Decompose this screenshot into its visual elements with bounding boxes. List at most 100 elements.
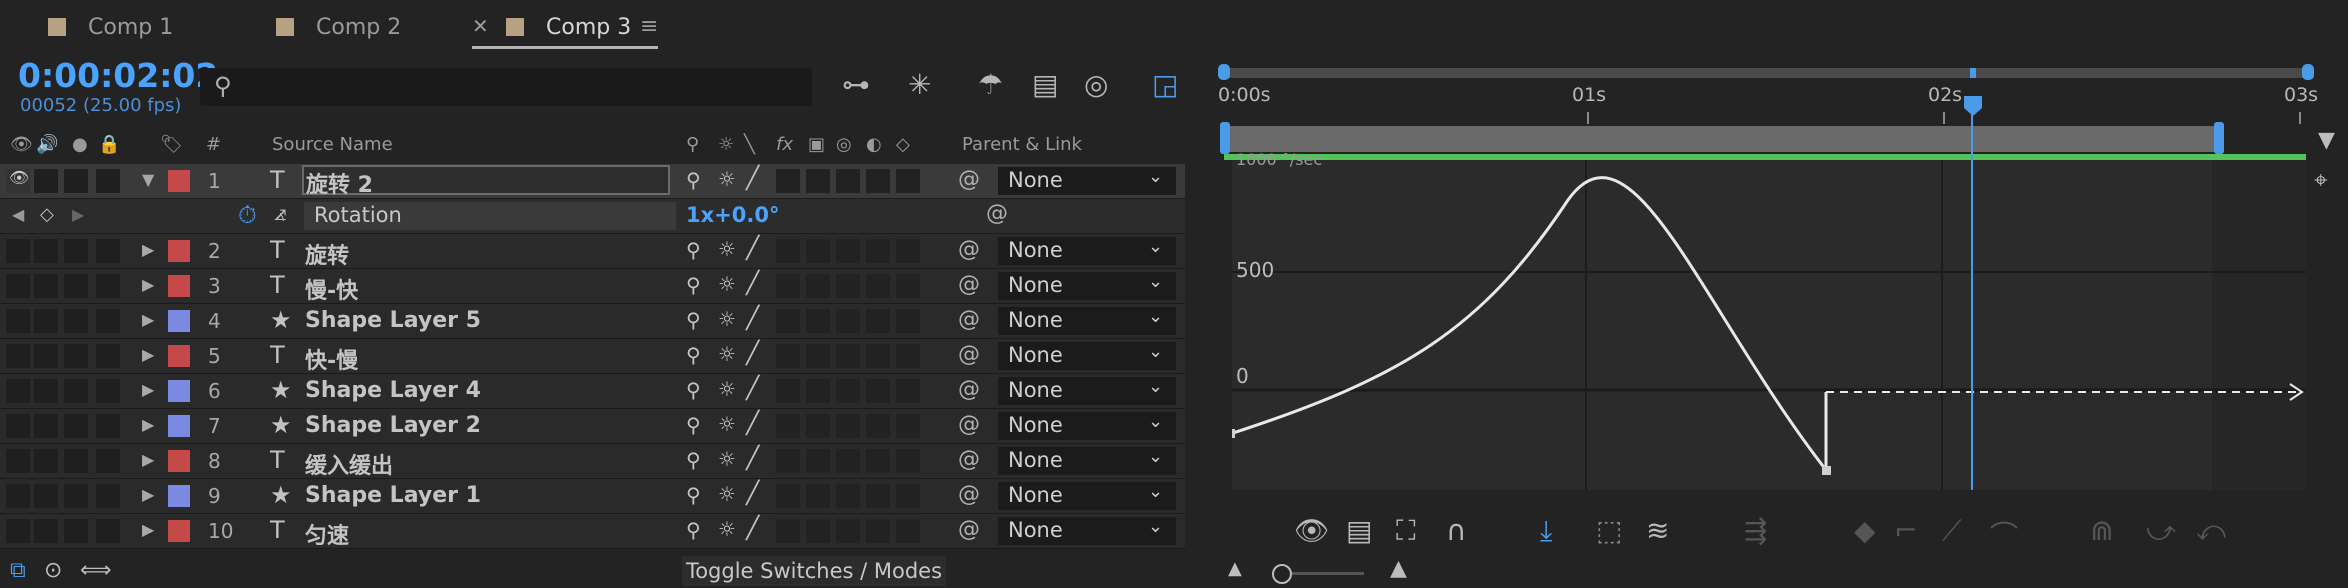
adjustment-switch[interactable] bbox=[866, 239, 890, 263]
video-toggle[interactable] bbox=[6, 519, 30, 543]
audio-toggle[interactable] bbox=[34, 449, 58, 473]
adjustment-switch[interactable] bbox=[866, 379, 890, 403]
label-color[interactable] bbox=[168, 415, 190, 437]
3d-switch[interactable] bbox=[896, 169, 920, 193]
tab-comp-3[interactable]: Comp 3 bbox=[506, 10, 631, 44]
quality-switch-icon[interactable]: ╱ bbox=[746, 516, 759, 541]
solo-toggle[interactable] bbox=[64, 449, 88, 473]
frame-blend-switch[interactable] bbox=[806, 449, 830, 473]
shy-switch-icon[interactable]: ⚲ bbox=[686, 273, 701, 297]
close-tab-icon[interactable]: ✕ bbox=[472, 14, 489, 38]
adjustment-switch[interactable] bbox=[866, 169, 890, 193]
video-eye-icon[interactable]: 👁 bbox=[10, 134, 33, 155]
3d-switch[interactable] bbox=[896, 449, 920, 473]
label-color[interactable] bbox=[168, 240, 190, 262]
layer-switches-icon[interactable]: ⧉ bbox=[10, 558, 26, 583]
effect-switch[interactable] bbox=[776, 344, 800, 368]
fit-selection-icon[interactable]: ⬚ bbox=[1596, 514, 1622, 547]
layer-name[interactable]: Shape Layer 4 bbox=[305, 378, 481, 403]
lock-toggle[interactable] bbox=[96, 414, 120, 438]
shy-switch-icon[interactable]: ⚲ bbox=[686, 518, 701, 542]
video-toggle[interactable] bbox=[6, 379, 30, 403]
stopwatch-icon[interactable]: ⏱ bbox=[238, 201, 257, 229]
effect-switch[interactable] bbox=[776, 484, 800, 508]
quality-switch-icon[interactable]: ╱ bbox=[746, 306, 759, 331]
layer-row[interactable]: ▶ 4 ★ Shape Layer 5 ⚲ ☼ ╱ @ None ⌄ bbox=[0, 304, 1185, 339]
tab-menu-icon[interactable]: ≡ bbox=[640, 14, 658, 39]
pick-whip-icon[interactable]: @ bbox=[958, 517, 980, 542]
collapse-switch-icon[interactable]: ☼ bbox=[718, 237, 736, 261]
expand-arrow-icon[interactable]: ▶ bbox=[142, 380, 154, 399]
collapse-switch-icon[interactable]: ☼ bbox=[718, 517, 736, 541]
effect-switch[interactable] bbox=[776, 169, 800, 193]
easy-ease-out-icon[interactable]: ⤺ bbox=[2196, 514, 2226, 548]
composition-flowchart-icon[interactable]: ⊶ bbox=[842, 68, 870, 101]
effect-switch[interactable] bbox=[776, 274, 800, 298]
expand-arrow-icon[interactable]: ▶ bbox=[142, 520, 154, 539]
motion-blur-switch[interactable] bbox=[836, 274, 860, 298]
quality-switch-icon[interactable]: ╱ bbox=[746, 446, 759, 471]
parent-dropdown[interactable]: None ⌄ bbox=[998, 236, 1176, 265]
expand-arrow-icon[interactable]: ▶ bbox=[142, 450, 154, 469]
layer-row[interactable]: ▶ 10 T 匀速 ⚲ ☼ ╱ @ None ⌄ bbox=[0, 514, 1185, 549]
graph-toggle-icon[interactable]: ⦨ bbox=[274, 201, 286, 226]
expand-arrow-icon[interactable]: ▶ bbox=[142, 310, 154, 329]
lock-toggle[interactable] bbox=[96, 519, 120, 543]
work-area-bar[interactable] bbox=[1224, 126, 2220, 152]
navigator-start-handle[interactable] bbox=[1218, 64, 1230, 80]
pick-whip-icon[interactable]: @ bbox=[958, 342, 980, 367]
quality-switch-icon[interactable]: ╱ bbox=[746, 341, 759, 366]
solo-toggle[interactable] bbox=[64, 414, 88, 438]
audio-toggle[interactable] bbox=[34, 309, 58, 333]
solo-toggle[interactable] bbox=[64, 309, 88, 333]
time-navigator[interactable] bbox=[1224, 68, 2314, 78]
motion-blur-switch[interactable] bbox=[836, 414, 860, 438]
frame-blend-switch[interactable] bbox=[806, 519, 830, 543]
edit-keyframe-icon[interactable]: ◆ bbox=[1854, 514, 1876, 547]
effect-switch[interactable] bbox=[776, 449, 800, 473]
video-toggle[interactable] bbox=[6, 309, 30, 333]
current-time-display[interactable]: 0:00:02:02 bbox=[18, 56, 218, 95]
motion-blur-switch[interactable] bbox=[836, 169, 860, 193]
parent-dropdown[interactable]: None ⌄ bbox=[998, 166, 1176, 195]
work-area-start-handle[interactable] bbox=[1220, 122, 1230, 154]
hold-keyframe-icon[interactable]: ⌐ bbox=[1894, 514, 1917, 547]
navigator-end-handle[interactable] bbox=[2302, 64, 2314, 80]
video-toggle[interactable] bbox=[6, 484, 30, 508]
auto-bezier-icon[interactable]: ⌒ bbox=[1990, 514, 2018, 554]
expression-pick-whip-icon[interactable]: @ bbox=[986, 201, 1008, 226]
layer-row[interactable]: 👁 ▼ 1 T 旋转 2 ⚲ ☼ ╱ @ None ⌄ bbox=[0, 164, 1185, 199]
parent-link-header[interactable]: Parent & Link bbox=[962, 134, 1082, 155]
adjustment-switch[interactable] bbox=[866, 449, 890, 473]
adjustment-switch[interactable] bbox=[866, 274, 890, 298]
lock-toggle[interactable] bbox=[96, 449, 120, 473]
layer-row[interactable]: ▶ 3 T 慢-快 ⚲ ☼ ╱ @ None ⌄ bbox=[0, 269, 1185, 304]
effect-switch[interactable] bbox=[776, 379, 800, 403]
motion-blur-switch[interactable] bbox=[836, 449, 860, 473]
collapse-switch-icon[interactable]: ☼ bbox=[718, 377, 736, 401]
lock-toggle[interactable] bbox=[96, 239, 120, 263]
layer-name[interactable]: 匀速 bbox=[305, 518, 349, 550]
collapse-switch-icon[interactable]: ☼ bbox=[718, 307, 736, 331]
frame-blend-switch[interactable] bbox=[806, 239, 830, 263]
shy-switch-icon[interactable]: ⚲ bbox=[686, 483, 701, 507]
video-toggle[interactable] bbox=[6, 274, 30, 298]
3d-switch[interactable] bbox=[896, 274, 920, 298]
collapse-switch-icon[interactable]: ☼ bbox=[718, 447, 736, 471]
audio-toggle[interactable] bbox=[34, 239, 58, 263]
expand-arrow-icon[interactable]: ▶ bbox=[142, 485, 154, 504]
pick-whip-icon[interactable]: @ bbox=[958, 307, 980, 332]
adjustment-switch[interactable] bbox=[866, 484, 890, 508]
label-color[interactable] bbox=[168, 170, 190, 192]
prev-keyframe-icon[interactable]: ◀ bbox=[12, 205, 24, 224]
lock-toggle[interactable] bbox=[96, 484, 120, 508]
frame-blend-switch[interactable] bbox=[806, 484, 830, 508]
adjustment-switch[interactable] bbox=[866, 344, 890, 368]
expand-arrow-icon[interactable]: ▶ bbox=[142, 275, 154, 294]
solo-icon[interactable]: ● bbox=[72, 134, 88, 155]
zoom-in-icon[interactable]: ▲ bbox=[1390, 556, 1407, 581]
frame-blend-switch[interactable] bbox=[806, 169, 830, 193]
draft-3d-icon[interactable]: ✳ bbox=[908, 68, 931, 101]
shy-switch-icon[interactable]: ⚲ bbox=[686, 448, 701, 472]
shy-switch-icon[interactable]: ⚲ bbox=[686, 238, 701, 262]
